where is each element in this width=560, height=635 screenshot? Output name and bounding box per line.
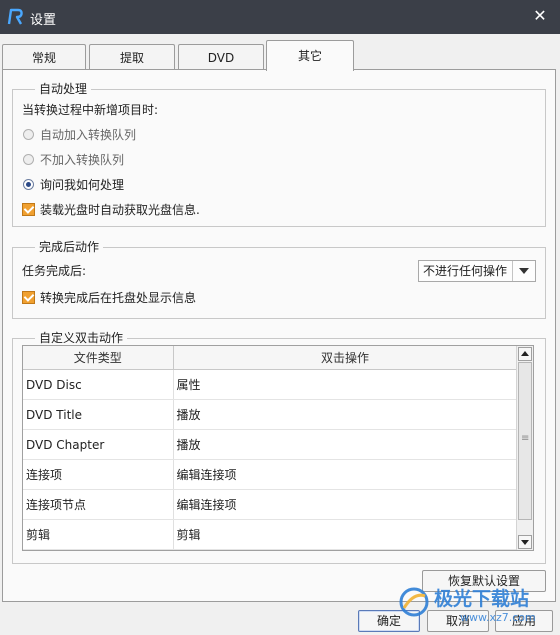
table-row[interactable]: DVD Title 播放 [23,399,518,430]
table-header-row: 文件类型 双击操作 [23,346,518,370]
new-item-prompt: 当转换过程中新增项目时: [22,103,159,117]
table-row[interactable]: DVD Disc 属性 [23,369,518,400]
radio-ask-me[interactable] [23,179,34,190]
action-cell[interactable]: 播放 [173,399,518,430]
task-complete-label: 任务完成后: [22,264,87,278]
restore-defaults-button[interactable]: 恢复默认设置 [422,570,546,592]
chevron-down-icon[interactable] [512,261,535,281]
scroll-up-icon[interactable] [518,347,532,361]
file-type-cell[interactable]: 连接项节点 [23,489,174,520]
window-title: 设置 [30,13,57,28]
tab-extract[interactable]: 提取 [89,44,175,70]
table-row[interactable]: 连接项节点 编辑连接项 [23,489,518,520]
load-disc-checkbox[interactable] [22,203,35,216]
after-complete-legend: 完成后动作 [35,239,104,255]
after-complete-group: 完成后动作 [12,239,546,319]
load-disc-label[interactable]: 装载光盘时自动获取光盘信息. [40,202,200,218]
tray-info-checkbox[interactable] [22,291,35,304]
radio-auto-add[interactable] [23,129,34,140]
column-header-action[interactable]: 双击操作 [173,346,518,370]
tab-other[interactable]: 其它 [266,40,354,71]
auto-process-legend: 自动处理 [35,81,92,97]
close-icon[interactable]: ✕ [530,6,550,26]
action-cell[interactable]: 编辑连接项 [173,489,518,520]
apply-button[interactable]: 应用 [495,610,553,632]
file-type-cell[interactable]: DVD Chapter [23,429,174,460]
after-complete-value: 不进行任何操作 [423,264,508,278]
tray-info-label[interactable]: 转换完成后在托盘处显示信息 [40,290,196,306]
table-row[interactable]: DVD Chapter 播放 [23,429,518,460]
table-row[interactable]: 连接项 编辑连接项 [23,459,518,490]
scroll-thumb[interactable] [518,362,532,520]
file-type-cell[interactable]: DVD Disc [23,369,174,400]
tab-dvd[interactable]: DVD [178,44,264,70]
scroll-down-icon[interactable] [518,535,532,549]
file-type-cell[interactable]: DVD Title [23,399,174,430]
radio-ask-me-label[interactable]: 询问我如何处理 [40,177,124,193]
radio-no-add-label[interactable]: 不加入转换队列 [40,152,124,168]
cancel-button[interactable]: 取消 [427,610,489,632]
ok-button[interactable]: 确定 [358,610,420,632]
title-bar: 设置 ✕ [0,0,560,34]
tab-bar: 常规 提取 DVD 其它 [0,40,560,71]
tab-general[interactable]: 常规 [2,44,86,70]
after-complete-dropdown[interactable]: 不进行任何操作 [418,260,536,282]
radio-auto-add-label[interactable]: 自动加入转换队列 [40,127,136,143]
action-cell[interactable]: 属性 [173,369,518,400]
app-logo-icon [7,8,23,25]
double-click-table: 文件类型 双击操作 DVD Disc 属性 DVD Title 播放 DVD C… [22,345,534,551]
radio-no-add[interactable] [23,154,34,165]
table-scrollbar[interactable] [516,346,533,550]
action-cell[interactable]: 编辑连接项 [173,459,518,490]
table-row[interactable]: 剪辑 剪辑 [23,519,518,550]
action-cell[interactable]: 播放 [173,429,518,460]
action-cell[interactable]: 剪辑 [173,519,518,550]
column-header-file-type[interactable]: 文件类型 [23,346,174,370]
double-click-legend: 自定义双击动作 [35,330,128,346]
file-type-cell[interactable]: 连接项 [23,459,174,490]
file-type-cell[interactable]: 剪辑 [23,519,174,550]
